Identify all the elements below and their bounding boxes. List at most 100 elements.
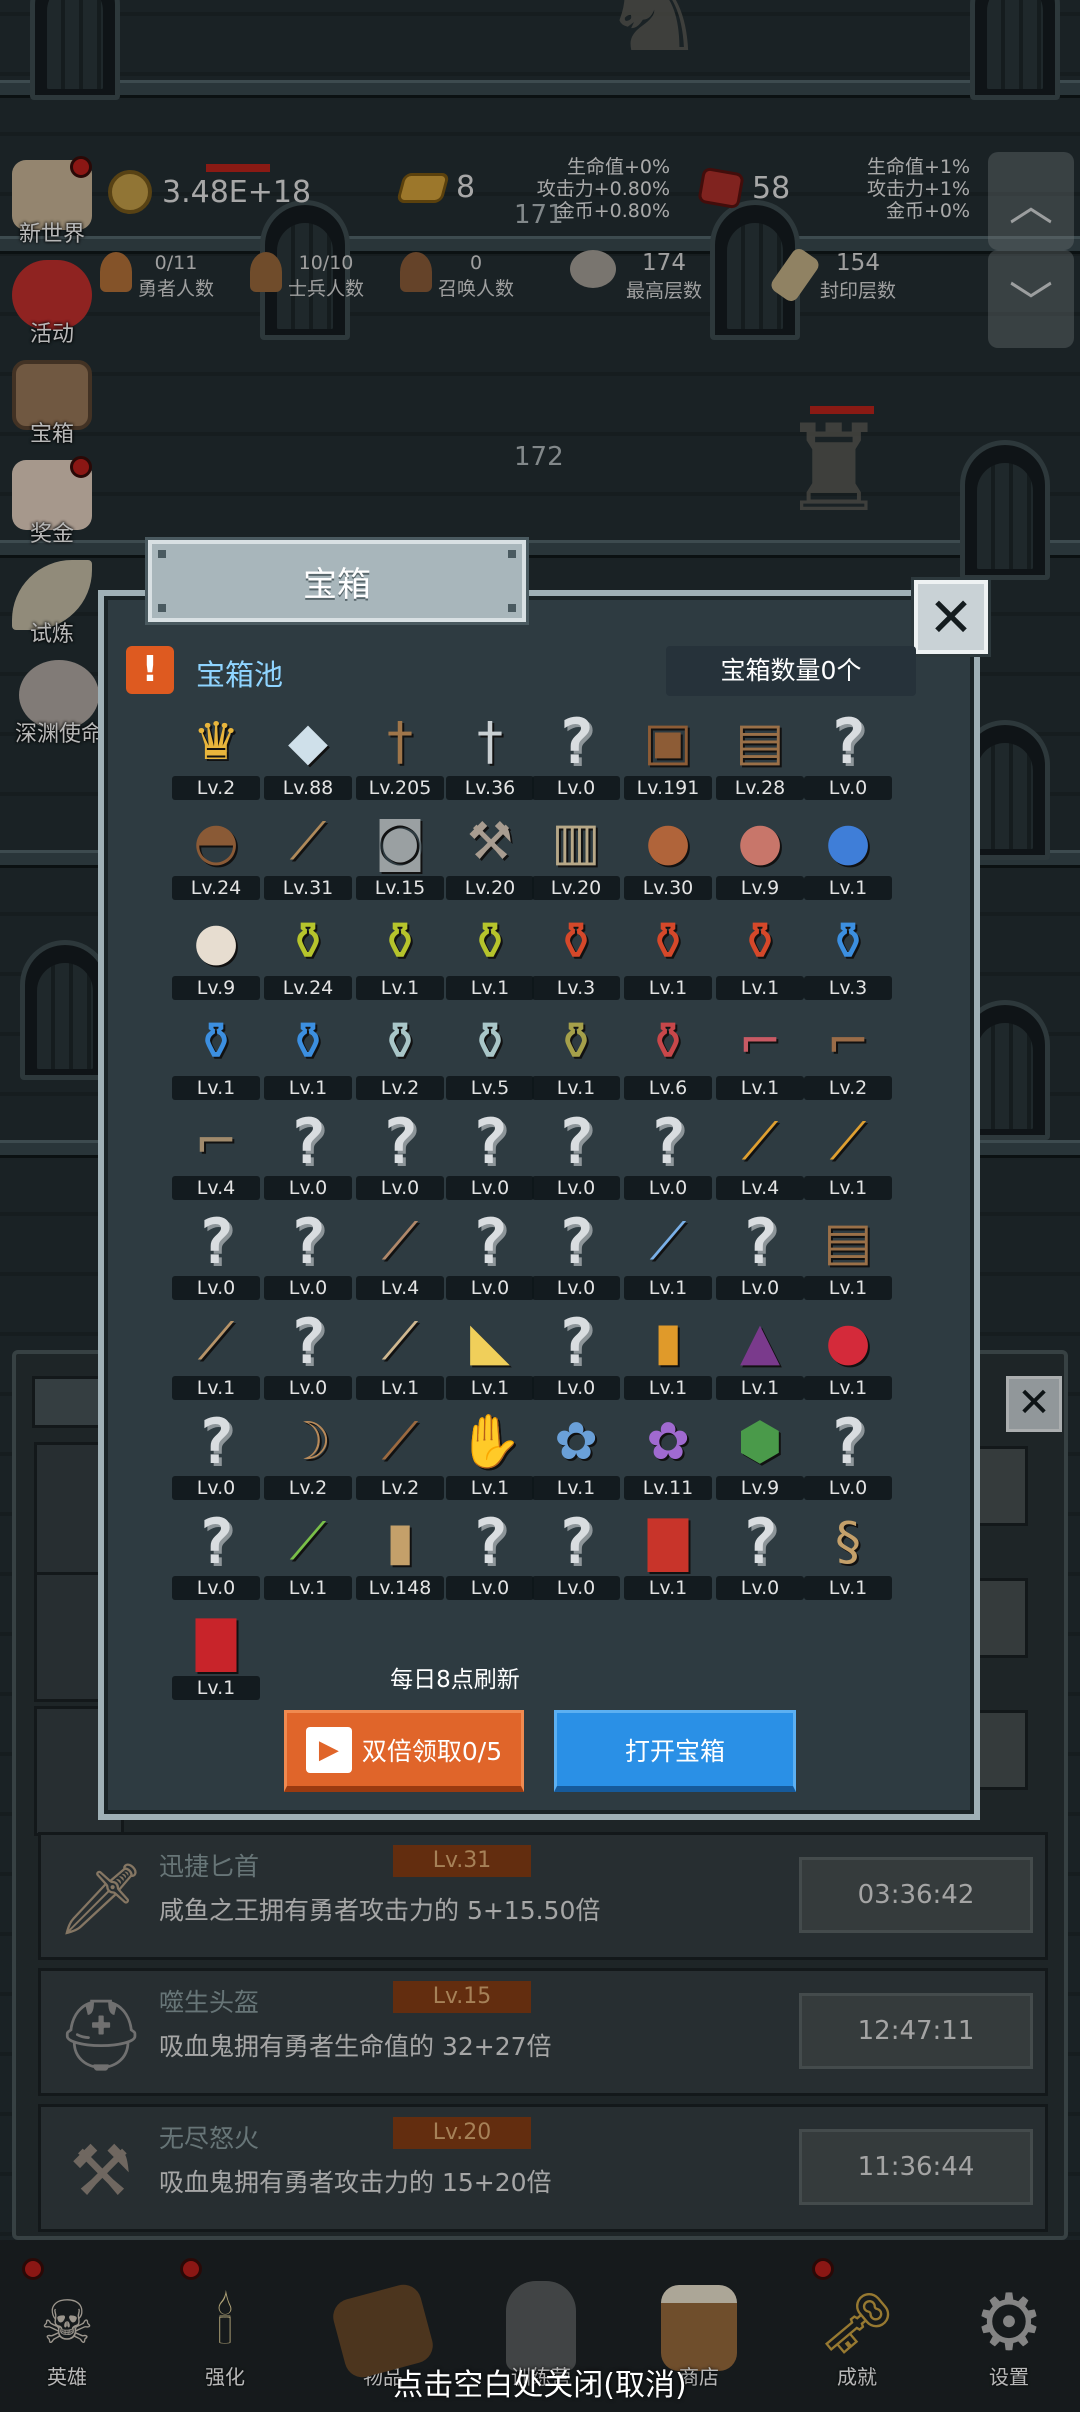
pool-item-cell[interactable]: † Lv.36 (446, 706, 534, 802)
pool-item-cell[interactable]: ✋ Lv.1 (446, 1406, 534, 1502)
pool-item-cell[interactable]: † Lv.205 (356, 706, 444, 802)
pool-item-level: Lv.1 (624, 976, 712, 1000)
unknown-icon: ? (197, 1405, 235, 1478)
double-claim-button[interactable]: ▶ 双倍领取0/5 (284, 1710, 524, 1792)
pool-item-cell[interactable]: ? Lv.0 (624, 1106, 712, 1202)
pool-item-cell[interactable]: ⟋ Lv.2 (356, 1406, 444, 1502)
steak-icon: ● (737, 812, 783, 872)
red-button-icon: ● (825, 1312, 871, 1372)
pool-item-cell[interactable]: ? Lv.0 (172, 1405, 260, 1502)
pool-item-cell[interactable]: ✿ Lv.1 (532, 1406, 620, 1502)
open-chest-button[interactable]: 打开宝箱 (554, 1710, 796, 1792)
pool-item-cell[interactable]: ⌐ Lv.1 (716, 1006, 804, 1102)
pool-item-cell[interactable]: ⚱ Lv.3 (804, 906, 892, 1002)
rivet (158, 604, 166, 612)
pool-item-cell[interactable]: ▣ Lv.191 (624, 706, 712, 802)
pool-item-cell[interactable]: ? Lv.0 (356, 1106, 444, 1202)
pool-item-cell[interactable]: ▥ Lv.20 (532, 806, 620, 902)
pool-item-cell[interactable]: ▤ Lv.28 (716, 706, 804, 802)
pool-item-cell[interactable]: ⚱ Lv.3 (532, 906, 620, 1002)
pool-item-cell[interactable]: ⟋ Lv.1 (172, 1306, 260, 1402)
pool-item-cell[interactable]: ? Lv.0 (532, 1206, 620, 1302)
pool-item-cell[interactable]: ⌐ Lv.4 (172, 1106, 260, 1202)
pool-item-cell[interactable]: ? Lv.0 (532, 1105, 620, 1202)
hammer-icon: ⚒ (466, 812, 514, 872)
pool-item-cell[interactable]: ⚒ Lv.20 (446, 806, 534, 902)
pool-item-level: Lv.1 (716, 1376, 804, 1400)
diamond-icon: ◆ (288, 712, 328, 772)
pool-item-cell[interactable]: ? Lv.0 (446, 1105, 534, 1202)
pool-item-cell[interactable]: ▇ Lv.1 (624, 1506, 712, 1602)
pool-item-cell[interactable]: ▲ Lv.1 (716, 1306, 804, 1402)
unknown-icon: ? (557, 1105, 595, 1178)
red-card-icon: ▇ (196, 1612, 236, 1672)
pool-item-cell[interactable]: ▇ Lv.1 (172, 1606, 260, 1702)
pool-item-cell[interactable]: ◓ Lv.24 (172, 806, 260, 902)
pool-item-cell[interactable]: ⟋ Lv.31 (264, 806, 352, 902)
pool-item-cell[interactable]: ⚱ Lv.1 (356, 906, 444, 1002)
pool-item-cell[interactable]: ? Lv.0 (264, 1206, 352, 1302)
pool-item-cell[interactable]: ? Lv.0 (532, 706, 620, 802)
unknown-icon: ? (197, 1505, 235, 1578)
backpack-icon: ▤ (823, 1212, 873, 1272)
pool-item-cell[interactable]: ⚱ Lv.5 (446, 1006, 534, 1102)
pool-item-cell[interactable]: ⚱ Lv.1 (172, 1006, 260, 1102)
pool-item-cell[interactable]: ? Lv.0 (446, 1206, 534, 1302)
pool-item-cell[interactable]: ? Lv.0 (716, 1206, 804, 1302)
modal-close-button[interactable]: ✕ (914, 580, 988, 654)
pool-item-cell[interactable]: ⟋ Lv.1 (804, 1106, 892, 1202)
close-icon: ✕ (928, 585, 974, 649)
pool-item-cell[interactable]: ? Lv.0 (532, 1505, 620, 1602)
pool-item-cell[interactable]: ⟋ Lv.1 (264, 1506, 352, 1602)
pool-item-cell[interactable]: ● Lv.1 (804, 1306, 892, 1402)
pool-item-cell[interactable]: ? Lv.0 (172, 1206, 260, 1302)
pool-item-cell[interactable]: ● Lv.9 (172, 906, 260, 1002)
pool-item-cell[interactable]: ▮ Lv.1 (624, 1306, 712, 1402)
pool-item-cell[interactable]: ? Lv.0 (446, 1506, 534, 1602)
pool-item-level: Lv.205 (356, 776, 444, 800)
pool-item-cell[interactable]: ⚱ Lv.2 (356, 1006, 444, 1102)
pool-item-cell[interactable]: ☽ Lv.2 (264, 1406, 352, 1502)
pool-item-cell[interactable]: ? Lv.0 (264, 1106, 352, 1202)
close-hint[interactable]: 点击空白处关闭(取消) (0, 2360, 1080, 2404)
pool-item-cell[interactable]: ⚱ Lv.1 (716, 906, 804, 1002)
pool-item-cell[interactable]: ♛ Lv.2 (172, 706, 260, 802)
red-potion-icon: ⚱ (554, 912, 598, 972)
pool-item-cell[interactable]: ● Lv.1 (804, 806, 892, 902)
pool-item-cell[interactable]: ● Lv.9 (716, 806, 804, 902)
pool-item-cell[interactable]: ⚱ Lv.6 (624, 1006, 712, 1102)
pool-item-cell[interactable]: ⟋ Lv.1 (624, 1206, 712, 1302)
unknown-icon: ? (557, 1505, 595, 1578)
shoe-icon: ⌐ (194, 1112, 238, 1172)
pool-item-cell[interactable]: ⚱ Lv.1 (446, 906, 534, 1002)
pool-item-cell[interactable]: ? Lv.0 (172, 1505, 260, 1602)
pool-item-cell[interactable]: ⚱ Lv.1 (532, 1006, 620, 1102)
pool-item-cell[interactable]: § Lv.1 (804, 1506, 892, 1602)
pool-item-cell[interactable]: ◆ Lv.88 (264, 706, 352, 802)
pool-item-cell[interactable]: ? Lv.0 (804, 1406, 892, 1502)
pool-item-cell[interactable]: ▤ Lv.1 (804, 1206, 892, 1302)
pool-item-cell[interactable]: ⟋ Lv.1 (356, 1306, 444, 1402)
pool-item-cell[interactable]: ⟋ Lv.4 (356, 1206, 444, 1302)
pool-item-cell[interactable]: ⚱ Lv.1 (264, 1006, 352, 1102)
pool-item-cell[interactable]: ⌐ Lv.2 (804, 1006, 892, 1102)
pool-item-cell[interactable]: ◣ Lv.1 (446, 1306, 534, 1402)
pool-item-level: Lv.2 (172, 776, 260, 800)
flour-sack-icon: ● (193, 912, 239, 972)
unknown-icon: ? (471, 1105, 509, 1178)
pool-item-cell[interactable]: ⚱ Lv.24 (264, 906, 352, 1002)
pool-item-cell[interactable]: ? Lv.0 (264, 1306, 352, 1402)
pool-item-cell[interactable]: ? Lv.0 (804, 706, 892, 802)
pool-item-cell[interactable]: ⬢ Lv.9 (716, 1406, 804, 1502)
pool-item-level: Lv.1 (624, 1576, 712, 1600)
pool-item-cell[interactable]: ⟋ Lv.4 (716, 1106, 804, 1202)
pool-item-cell[interactable]: ⚱ Lv.1 (624, 906, 712, 1002)
pool-item-cell[interactable]: ▮ Lv.148 (356, 1506, 444, 1602)
pool-item-level: Lv.9 (716, 876, 804, 900)
pool-item-cell[interactable]: ● Lv.30 (624, 806, 712, 902)
pool-item-level: Lv.0 (804, 776, 892, 800)
pool-item-cell[interactable]: ✿ Lv.11 (624, 1406, 712, 1502)
pool-item-cell[interactable]: ? Lv.0 (532, 1306, 620, 1402)
pool-item-cell[interactable]: ? Lv.0 (716, 1506, 804, 1602)
pool-item-cell[interactable]: ◙ Lv.15 (356, 806, 444, 902)
